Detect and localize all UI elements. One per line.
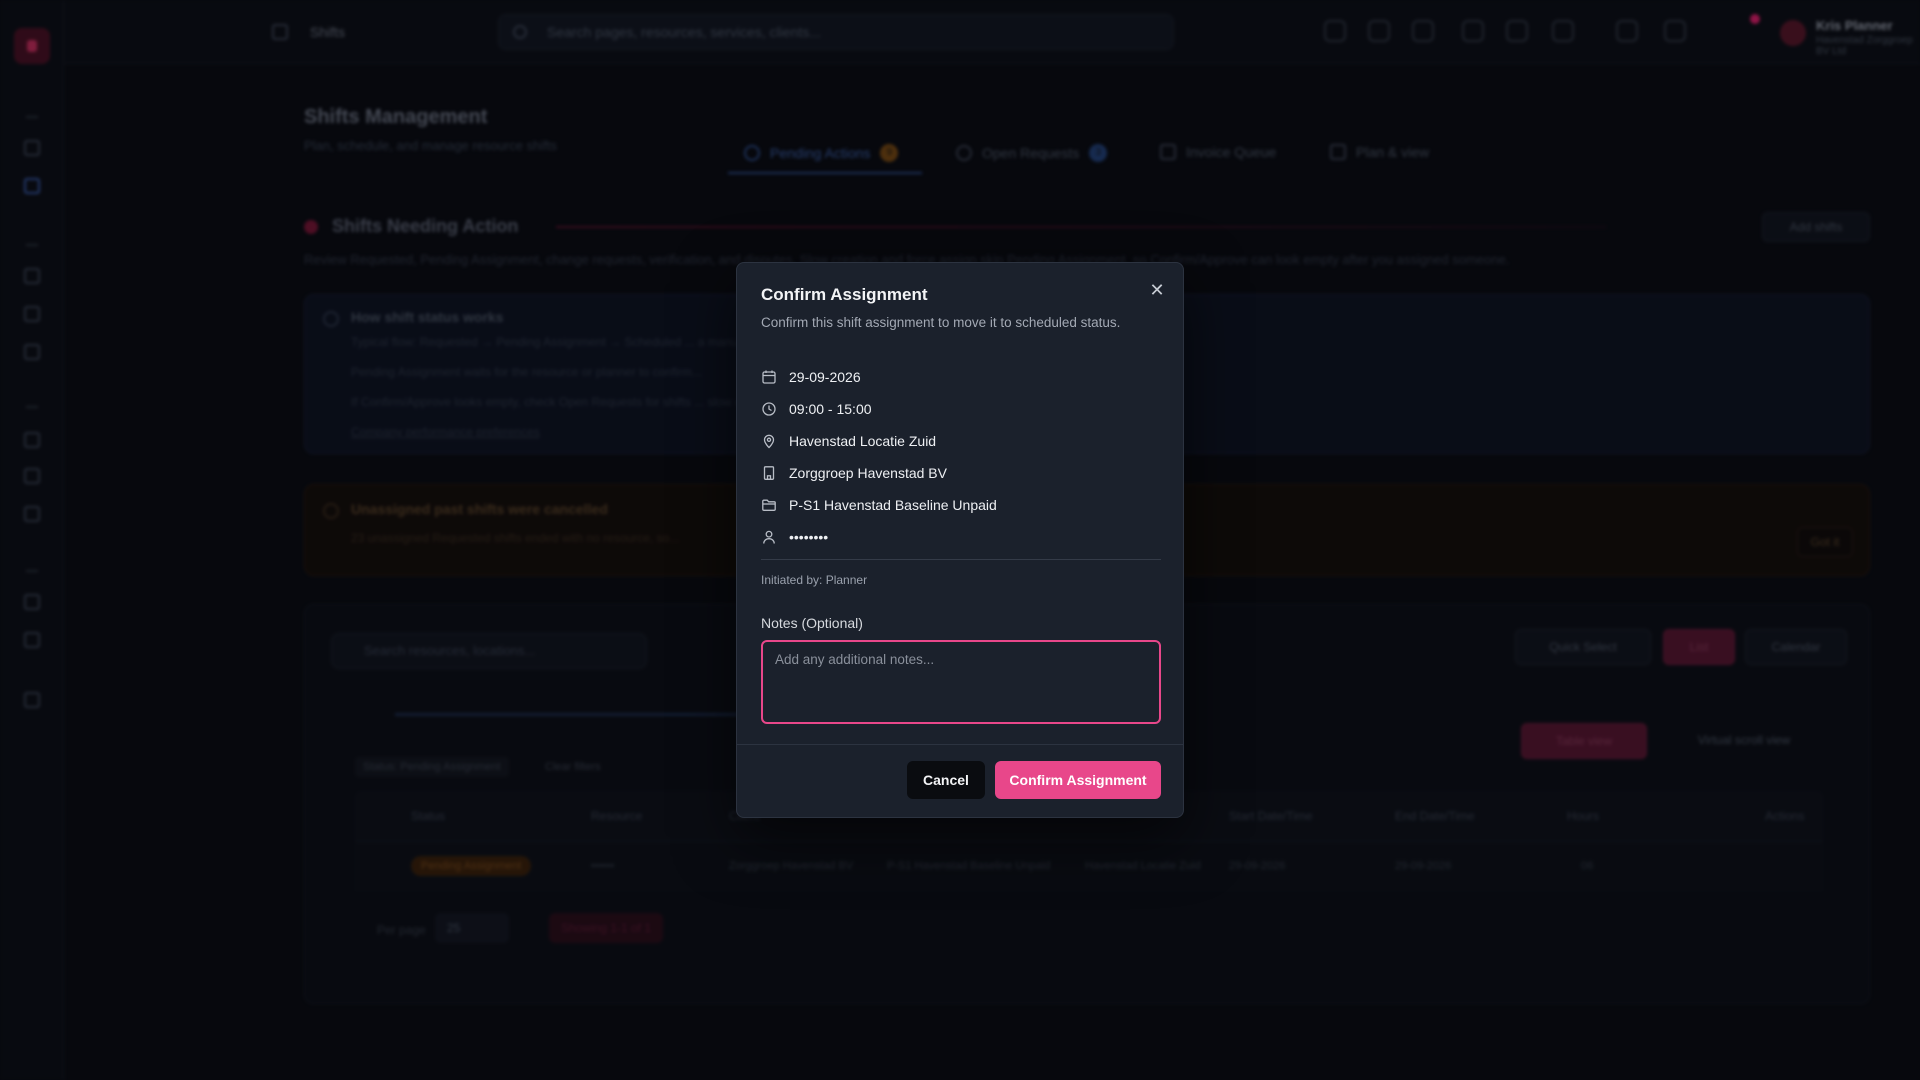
footer-divider [737,744,1183,745]
confirm-assignment-button[interactable]: Confirm Assignment [995,761,1161,799]
shift-project: P-S1 Havenstad Baseline Unpaid [789,497,997,513]
detail-date: 29-09-2026 [761,367,861,387]
shift-time: 09:00 - 15:00 [789,401,872,417]
detail-client: Zorggroep Havenstad BV [761,463,947,483]
detail-resource: •••••••• [761,527,828,547]
building-icon [763,466,775,480]
dialog-title: Confirm Assignment [761,285,928,304]
close-button[interactable]: ✕ [1145,279,1169,303]
confirm-assignment-dialog: ✕ Confirm Assignment Confirm this shift … [736,262,1184,818]
folder-icon [762,499,776,511]
notes-label: Notes (Optional) [761,615,863,631]
cancel-button[interactable]: Cancel [907,761,985,799]
dialog-divider [761,559,1161,560]
notes-textarea[interactable] [761,640,1161,724]
map-pin-icon [763,434,775,449]
detail-location: Havenstad Locatie Zuid [761,431,936,451]
user-icon [763,530,775,544]
shift-date: 29-09-2026 [789,369,861,385]
initiated-by: Initiated by: Planner [761,573,868,587]
shift-client: Zorggroep Havenstad BV [789,465,947,481]
shift-location: Havenstad Locatie Zuid [789,433,937,449]
clock-icon [762,402,776,416]
calendar-icon [762,370,776,384]
detail-project: P-S1 Havenstad Baseline Unpaid [761,495,997,515]
detail-time: 09:00 - 15:00 [761,399,872,419]
shift-resource: •••••••• [789,529,829,545]
dialog-description: Confirm this shift assignment to move it… [761,315,1121,330]
